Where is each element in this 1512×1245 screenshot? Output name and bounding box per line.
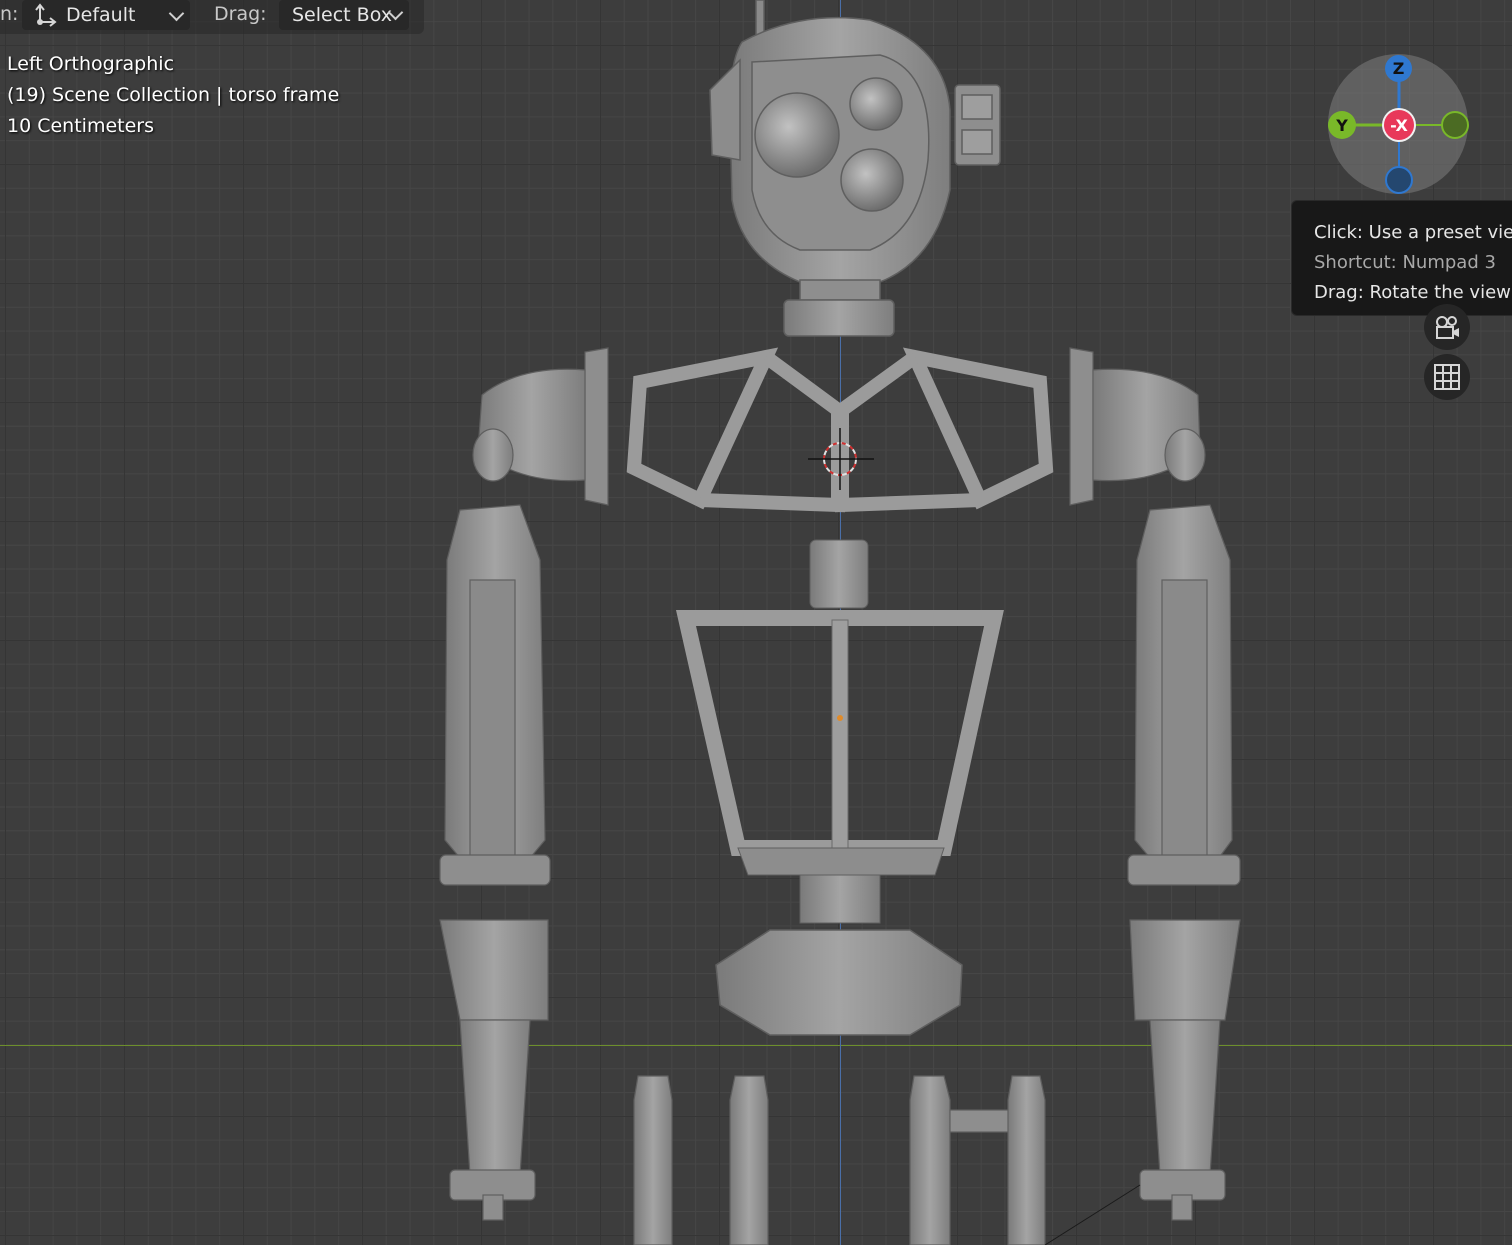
gizmo-z-axis[interactable]: Z xyxy=(1385,55,1412,82)
gizmo-neg-z-axis[interactable] xyxy=(1385,166,1413,194)
camera-view-icon xyxy=(1436,316,1459,339)
robot-wheels[interactable] xyxy=(633,1075,1046,1245)
robot-model[interactable] xyxy=(0,0,1512,1245)
collection-info: (19) Scene Collection | torso frame xyxy=(7,84,340,106)
chevron-down-icon xyxy=(168,5,185,22)
tooltip-shortcut-text: Shortcut: Numpad 3 xyxy=(1314,252,1496,273)
relationship-line xyxy=(1044,1184,1141,1245)
robot-torso[interactable] xyxy=(675,539,1004,1036)
orientation-label: n: xyxy=(0,3,19,25)
grid-scale: 10 Centimeters xyxy=(7,115,154,137)
gizmo-y-axis[interactable]: Y xyxy=(1328,111,1356,139)
robot-right-arm[interactable] xyxy=(1069,347,1241,1221)
tooltip-drag-text: Drag: Rotate the view xyxy=(1314,282,1511,303)
transform-orientation-dropdown[interactable]: Default xyxy=(22,0,190,30)
ortho-grid-icon xyxy=(1434,364,1460,390)
gizmo-neg-y-axis[interactable] xyxy=(1441,111,1469,139)
drag-label: Drag: xyxy=(214,3,267,25)
object-origin xyxy=(837,715,843,721)
ortho-toggle-button[interactable] xyxy=(1424,354,1470,400)
navigation-gizmo[interactable]: Z Y -X xyxy=(1328,54,1469,194)
tooltip-click-text: Click: Use a preset viewpoint xyxy=(1314,222,1512,243)
robot-left-arm[interactable] xyxy=(439,347,609,1221)
transform-orientation-icon xyxy=(35,3,57,27)
camera-view-button[interactable] xyxy=(1424,304,1470,350)
orientation-value: Default xyxy=(66,4,136,26)
gizmo-tooltip: Click: Use a preset viewpoint Shortcut: … xyxy=(1291,200,1512,316)
drag-select-dropdown[interactable]: Select Box xyxy=(279,0,409,30)
gizmo-neg-x-axis[interactable]: -X xyxy=(1384,110,1414,140)
view-name: Left Orthographic xyxy=(7,53,175,75)
robot-head[interactable] xyxy=(709,0,1001,337)
drag-value: Select Box xyxy=(292,4,392,26)
